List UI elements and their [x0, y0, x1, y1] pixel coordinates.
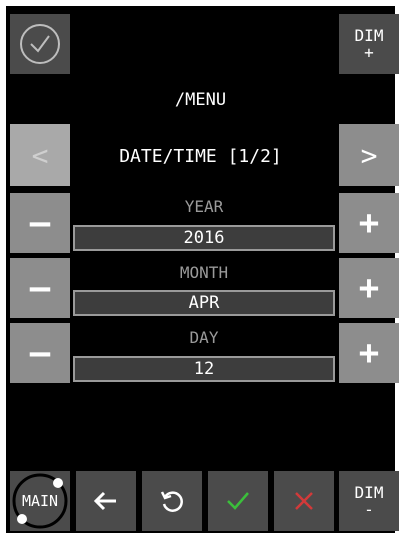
- reset-button[interactable]: [142, 471, 202, 531]
- confirm-check-icon: [227, 492, 249, 510]
- month-value: APR: [73, 290, 335, 316]
- reset-icon: [160, 491, 183, 512]
- prev-page-button[interactable]: <: [10, 124, 70, 186]
- next-page-button[interactable]: >: [339, 124, 399, 186]
- plus-icon: +: [358, 268, 380, 308]
- page-title: DATE/TIME [1/2]: [119, 146, 282, 167]
- menu-title: /MENU: [174, 90, 227, 110]
- prev-arrow-icon: <: [31, 138, 49, 172]
- year-value: 2016: [73, 225, 335, 251]
- dim-minus-label: DIM: [354, 483, 384, 502]
- month-decrement-button[interactable]: —: [10, 258, 70, 318]
- minus-icon: —: [29, 203, 51, 243]
- back-arrow-icon: [93, 491, 116, 511]
- dim-minus-button[interactable]: DIM -: [339, 471, 399, 531]
- check-circle-icon: [20, 24, 60, 64]
- back-button[interactable]: [76, 471, 136, 531]
- day-decrement-button[interactable]: —: [10, 323, 70, 383]
- plus-icon: +: [358, 333, 380, 373]
- dim-plus-label: DIM: [354, 26, 384, 45]
- day-increment-button[interactable]: +: [339, 323, 399, 383]
- status-check-button[interactable]: [10, 14, 70, 74]
- dim-minus-sign: -: [364, 500, 374, 519]
- year-decrement-button[interactable]: —: [10, 193, 70, 253]
- next-arrow-icon: >: [360, 138, 378, 172]
- month-label: MONTH: [179, 263, 229, 282]
- device-screen: DIM + /MENU < DATE/TIME [1/2] > — YEAR 2…: [6, 6, 399, 533]
- month-increment-button[interactable]: +: [339, 258, 399, 318]
- day-value: 12: [73, 356, 335, 382]
- main-button[interactable]: MAIN: [10, 471, 70, 531]
- year-increment-button[interactable]: +: [339, 193, 399, 253]
- confirm-button[interactable]: [208, 471, 268, 531]
- minus-icon: —: [29, 333, 51, 373]
- cancel-x-icon: [295, 492, 313, 510]
- main-label: MAIN: [21, 492, 59, 510]
- plus-icon: +: [358, 203, 380, 243]
- dim-plus-sign: +: [364, 43, 374, 62]
- minus-icon: —: [29, 268, 51, 308]
- cancel-button[interactable]: [274, 471, 334, 531]
- dim-plus-button[interactable]: DIM +: [339, 14, 399, 74]
- year-label: YEAR: [184, 197, 224, 216]
- day-label: DAY: [189, 328, 219, 347]
